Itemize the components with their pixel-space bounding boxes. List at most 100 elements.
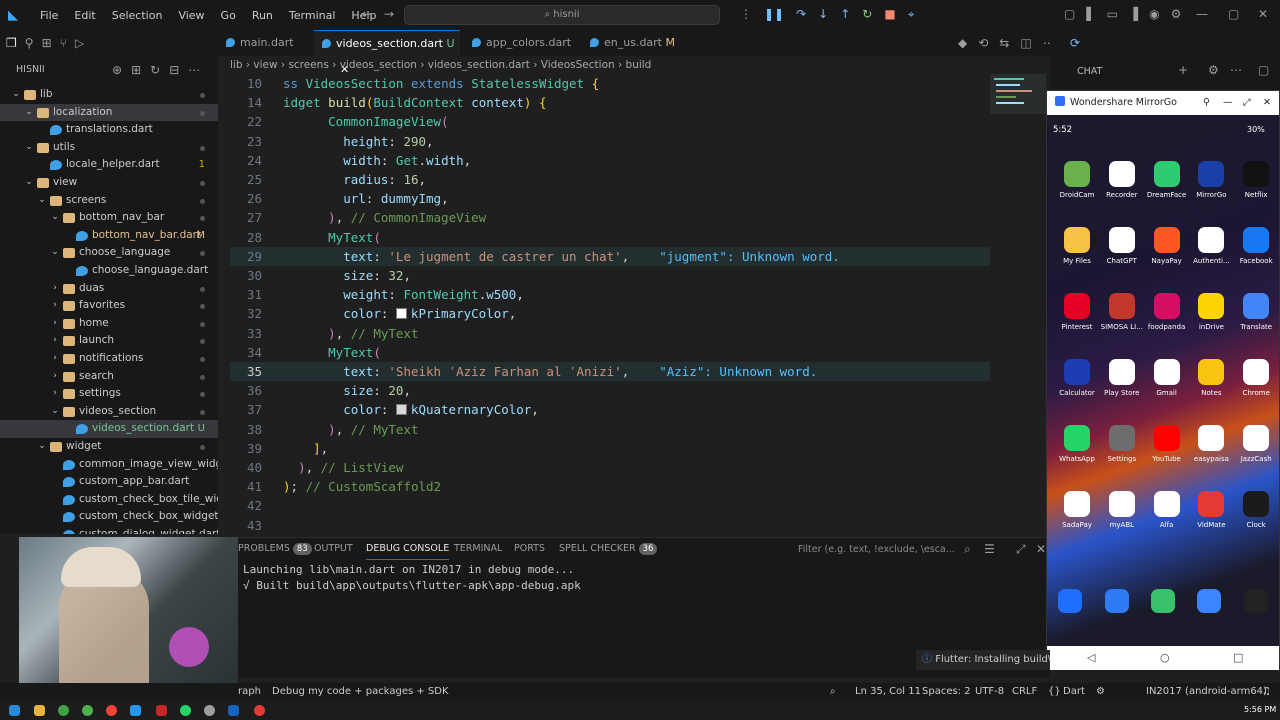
notifications-bell-icon[interactable]: ♫ [1262,683,1271,701]
search-view-icon[interactable]: ⚲ [25,36,34,50]
phone-screen[interactable]: 5:52 30% DroidCam Recorder DreamFace Mirror… [1047,115,1279,646]
menu-view[interactable]: View [170,9,212,22]
tab-en-us-dart[interactable]: en_us.dart M [582,30,692,56]
tree-folder[interactable]: ⌄ choose_language [0,244,218,262]
pin-icon[interactable]: ⚲ [1203,91,1210,115]
phone-app-vidmate[interactable]: VidMate [1188,491,1234,529]
phone-app-gmail[interactable]: Gmail [1144,359,1190,397]
code-line[interactable]: 29 text: 'Le jugment de castrer un chat'… [230,246,990,266]
code-line[interactable]: 24 width: Get.width, [230,151,990,170]
history-icon[interactable]: ⟲ [978,36,988,50]
refresh-icon[interactable]: ↻ [150,63,160,77]
chevron-right-icon[interactable]: › [49,315,61,333]
tree-folder[interactable]: › search [0,368,218,386]
new-chat-icon[interactable]: + [1178,63,1188,77]
status-eol[interactable]: CRLF [1012,683,1037,701]
breadcrumb-item[interactable]: view [253,59,277,71]
code-line[interactable]: 30 size: 32, [230,266,990,285]
chevron-right-icon[interactable]: › [49,280,61,298]
phone-app-chrome[interactable]: Chrome [1233,359,1279,397]
step-out-icon[interactable]: ↑ [840,7,850,22]
code-line[interactable]: 38 ), // MyText [230,420,990,439]
status-encoding[interactable]: UTF-8 [975,683,1004,701]
tree-file[interactable]: translations.dart [0,121,218,139]
breadcrumb-item[interactable]: videos_section [340,59,417,71]
contacts-app-icon[interactable] [1104,589,1129,613]
tree-file[interactable]: bottom_nav_bar.dart M [0,227,218,245]
code-line[interactable]: 28 MyText( [230,228,990,247]
stop-icon[interactable]: ■ [884,7,895,22]
settings-icon[interactable] [204,705,215,716]
status-indentation[interactable]: Spaces: 2 [922,683,971,701]
messages-app-icon[interactable] [1150,589,1175,613]
breadcrumb-item[interactable]: screens [288,59,328,71]
code-line[interactable]: 23 height: 290, [230,132,990,151]
tree-file[interactable]: custom_check_box_widget.dart [0,508,218,526]
code-line[interactable]: 10 ss VideosSection extends StatelessWidg… [230,74,990,93]
tree-folder[interactable]: ⌄ view [0,174,218,192]
chat-settings-icon[interactable]: ⚙ [1208,63,1219,77]
pause-icon[interactable]: ❚❚ [764,7,784,22]
menu-go[interactable]: Go [213,9,244,22]
mirror-close-icon[interactable]: ✕ [1263,91,1271,115]
tab-output[interactable]: OUTPUT [314,538,353,560]
filter-search-icon[interactable]: ⌕ [964,542,971,557]
step-into-icon[interactable]: ↓ [818,7,828,22]
start-icon[interactable] [9,705,20,716]
breadcrumb-item[interactable]: lib [230,59,243,71]
code-line[interactable]: 27 ), // CommonImageView [230,208,990,227]
code-line[interactable]: 26 url: dummyImg, [230,189,990,208]
breadcrumb-item[interactable]: videos_section.dart [428,59,530,71]
chat-more-icon[interactable]: ⋯ [1230,63,1242,77]
phone-app-droidcam[interactable]: DroidCam [1054,161,1100,199]
menu-edit[interactable]: Edit [66,9,103,22]
tree-file[interactable]: locale_helper.dart 1 [0,156,218,174]
status-graph[interactable]: raph [238,683,261,701]
chevron-right-icon[interactable]: › [49,385,61,403]
code-line[interactable]: 37 color: kQuaternaryColor, [230,400,990,419]
maximize-panel-icon[interactable]: ▢ [1258,63,1269,77]
chevron-down-icon[interactable]: ⌄ [49,209,61,227]
phone-app-jazzcash[interactable]: JazzCash [1233,425,1279,463]
inspect-icon[interactable]: ⌖ [908,7,915,22]
menu-file[interactable]: File [32,9,66,22]
extensions-icon[interactable]: ⊞ [42,36,52,50]
tab-spell-checker[interactable]: SPELL CHECKER 36 [559,538,658,560]
chevron-down-icon[interactable]: ⌄ [23,174,35,192]
phone-app-nayapay[interactable]: NayaPay [1144,227,1190,265]
phone-app-settings[interactable]: Settings [1099,425,1145,463]
toggle-sidebar-icon[interactable]: ▌ [1086,7,1095,21]
drag-handle-icon[interactable]: ⋮ [740,7,752,22]
phone-app-whatsapp[interactable]: WhatsApp [1054,425,1100,463]
status-device[interactable]: IN2017 (android-arm64) [1146,683,1267,701]
phone-app-indrive[interactable]: inDrive [1188,293,1234,331]
code-line[interactable]: 35 text: 'Sheikh ʿAziz Farhan al ʿAnizi'… [230,362,990,382]
menu-selection[interactable]: Selection [104,9,171,22]
menu-terminal[interactable]: Terminal [281,9,344,22]
tree-folder[interactable]: › duas [0,280,218,298]
tree-folder[interactable]: › home [0,315,218,333]
code-line[interactable]: 33 ), // MyText [230,324,990,343]
split-editor-icon[interactable]: ◫ [1020,36,1031,50]
new-folder-icon[interactable]: ⊞ [131,63,141,77]
more-actions-icon[interactable]: ⋯ [188,63,200,77]
file-explorer-icon[interactable] [34,705,45,716]
flutter-icon[interactable]: ◆ [958,36,967,50]
tree-file[interactable]: choose_language.dart [0,262,218,280]
tree-folder[interactable]: ⌄ videos_section [0,403,218,421]
code-line[interactable]: 22 CommonImageView( [230,112,990,131]
chrome-icon[interactable] [82,705,93,716]
phone-app-play-store[interactable]: Play Store [1099,359,1145,397]
mirror-minimize-icon[interactable]: — [1223,91,1233,115]
mirrorgo-taskbar-icon[interactable] [228,705,239,716]
breadcrumb-item[interactable]: VideosSection [541,59,615,71]
layout-icon[interactable]: ▢ [1064,7,1075,21]
chevron-right-icon[interactable]: › [49,297,61,315]
phone-app-alfa[interactable]: Alfa [1144,491,1190,529]
nav-recents-icon[interactable]: □ [1233,651,1243,664]
phone-app-easypaisa[interactable]: easypaisa [1188,425,1234,463]
status-debug-mode[interactable]: Debug my code + packages + SDK [272,683,449,701]
maximize-icon[interactable]: ▢ [1228,7,1239,21]
chevron-down-icon[interactable]: ⌄ [36,192,48,210]
code-line[interactable]: 39 ], [230,439,990,458]
